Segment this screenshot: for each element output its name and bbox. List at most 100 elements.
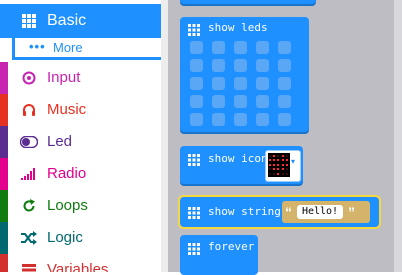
led-cell[interactable]	[212, 41, 225, 54]
category-label: Input	[47, 69, 81, 86]
icon-pixel	[281, 155, 284, 157]
shuffle-icon	[18, 222, 40, 254]
icon-picker[interactable]: ▾	[265, 150, 301, 182]
category-music[interactable]: Music	[0, 94, 161, 126]
blocks-flyout: show leds show icon ▾ show string “ Hell…	[168, 0, 402, 275]
category-stripe	[0, 62, 8, 94]
led-cell[interactable]	[190, 95, 203, 108]
grid-icon	[188, 153, 200, 166]
grid-icon	[18, 4, 40, 38]
led-cell[interactable]	[234, 95, 247, 108]
led-cell[interactable]	[212, 95, 225, 108]
category-label: Basic	[47, 12, 87, 29]
heart-icon	[268, 153, 290, 177]
toolbox: Basic ••• More Input Music Led Radio Loo…	[0, 0, 161, 272]
led-cell[interactable]	[278, 113, 291, 126]
icon-pixel	[273, 163, 276, 166]
category-led[interactable]: Led	[0, 126, 161, 158]
led-cell[interactable]	[190, 77, 203, 90]
icon-pixel	[269, 172, 271, 175]
category-stripe	[0, 158, 8, 190]
icon-pixel	[285, 168, 288, 171]
category-basic[interactable]: Basic	[0, 4, 161, 38]
category-input[interactable]: Input	[0, 62, 161, 94]
led-cell[interactable]	[234, 113, 247, 126]
icon-pixel	[277, 159, 280, 162]
block-forever[interactable]: forever	[180, 235, 258, 275]
category-logic[interactable]: Logic	[0, 222, 161, 254]
led-cell[interactable]	[234, 77, 247, 90]
led-cell[interactable]	[190, 41, 203, 54]
icon-pixel	[273, 168, 276, 171]
category-radio[interactable]: Radio	[0, 158, 161, 190]
category-stripe	[0, 94, 8, 126]
led-cell[interactable]	[212, 59, 225, 72]
icon-pixel	[269, 155, 271, 157]
target-icon	[18, 62, 40, 94]
close-quote-icon: ”	[348, 204, 355, 220]
led-cell[interactable]	[212, 113, 225, 126]
signal-bars-icon	[18, 158, 40, 190]
list-icon	[18, 254, 40, 272]
led-grid	[180, 17, 309, 132]
category-label: Logic	[47, 229, 83, 246]
category-label: Radio	[47, 165, 87, 182]
icon-pixel	[273, 159, 276, 162]
category-label: Variables	[47, 261, 109, 272]
block-show-leds[interactable]: show leds	[180, 17, 309, 132]
icon-pixel	[269, 159, 271, 162]
block-label: forever	[208, 240, 255, 253]
led-cell[interactable]	[278, 41, 291, 54]
block-show-icon[interactable]: show icon ▾	[180, 146, 303, 184]
category-label: Led	[47, 133, 73, 150]
icon-pixel	[273, 155, 276, 157]
more-dots-icon: •••	[29, 39, 46, 54]
grid-icon	[188, 206, 200, 219]
category-stripe	[0, 190, 8, 222]
category-stripe	[0, 222, 8, 254]
led-cell[interactable]	[278, 59, 291, 72]
led-cell[interactable]	[256, 59, 269, 72]
icon-pixel	[285, 155, 288, 157]
string-value-block[interactable]: “ Hello! ”	[282, 201, 370, 223]
icon-pixel	[281, 168, 284, 171]
category-label: More	[53, 40, 83, 55]
led-cell[interactable]	[256, 95, 269, 108]
icon-pixel	[285, 159, 288, 162]
icon-pixel	[285, 163, 288, 166]
category-loops[interactable]: Loops	[0, 190, 161, 222]
category-label: Music	[47, 101, 87, 118]
flyout-scrollbar[interactable]	[394, 0, 402, 272]
category-label: Loops	[47, 197, 88, 214]
chevron-down-icon: ▾	[291, 157, 296, 166]
toolbox-divider	[161, 0, 168, 272]
block-label: show string	[208, 205, 281, 218]
grid-icon	[188, 242, 200, 255]
led-cell[interactable]	[278, 77, 291, 90]
led-cell[interactable]	[212, 77, 225, 90]
refresh-icon	[18, 190, 40, 222]
led-cell[interactable]	[234, 59, 247, 72]
led-cell[interactable]	[190, 113, 203, 126]
icon-pixel	[273, 172, 276, 175]
category-more[interactable]: ••• More	[12, 38, 161, 60]
led-cell[interactable]	[234, 41, 247, 54]
icon-pixel	[269, 168, 271, 171]
led-cell[interactable]	[190, 59, 203, 72]
toggle-icon	[18, 126, 40, 158]
string-input[interactable]: Hello!	[297, 205, 343, 219]
icon-pixel	[269, 163, 271, 166]
block-label: show icon	[208, 152, 268, 165]
icon-pixel	[285, 172, 288, 175]
icon-pixel	[281, 172, 284, 175]
category-variables[interactable]: Variables	[0, 254, 161, 272]
block-partial[interactable]	[180, 0, 316, 4]
icon-pixel	[277, 172, 280, 175]
category-stripe	[0, 126, 8, 158]
icon-pixel	[277, 155, 280, 157]
open-quote-icon: “	[285, 204, 292, 220]
led-cell[interactable]	[278, 95, 291, 108]
led-cell[interactable]	[256, 113, 269, 126]
led-cell[interactable]	[256, 77, 269, 90]
led-cell[interactable]	[256, 41, 269, 54]
